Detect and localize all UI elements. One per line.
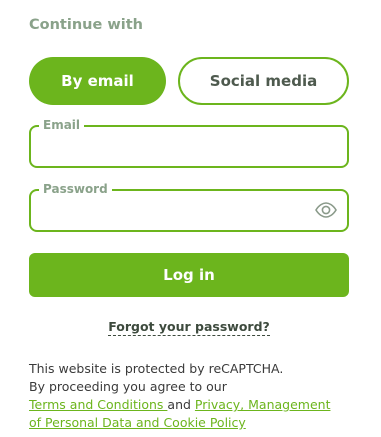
tab-by-email[interactable]: By email [29, 57, 166, 105]
privacy-link[interactable]: Privacy, Management [195, 397, 331, 412]
password-label: Password [39, 182, 112, 196]
tab-social-media[interactable]: Social media [178, 57, 349, 105]
agree-notice: By proceeding you agree to our [29, 379, 227, 394]
terms-link[interactable]: Terms and Conditions [29, 397, 167, 412]
legal-links-line-2: of Personal Data and Cookie Policy [29, 414, 359, 432]
email-label: Email [39, 118, 85, 132]
continue-with-heading: Continue with [29, 17, 143, 33]
and-text: and [167, 397, 195, 412]
login-method-tabs: By email Social media [29, 57, 349, 105]
forgot-password-link[interactable]: Forgot your password? [108, 319, 270, 336]
password-field-container: Password [29, 182, 349, 232]
recaptcha-notice: This website is protected by reCAPTCHA. [29, 361, 284, 376]
email-input[interactable] [41, 135, 311, 159]
legal-links-line-1: Terms and Conditions and Privacy, Manage… [29, 396, 359, 414]
forgot-password-row: Forgot your password? [29, 319, 349, 336]
eye-icon[interactable] [315, 202, 337, 218]
email-field-container: Email [29, 118, 349, 168]
login-button[interactable]: Log in [29, 253, 349, 297]
password-input[interactable] [41, 199, 311, 223]
legal-notice: This website is protected by reCAPTCHA. … [29, 360, 359, 432]
privacy-link-continued[interactable]: of Personal Data and Cookie Policy [29, 415, 246, 430]
